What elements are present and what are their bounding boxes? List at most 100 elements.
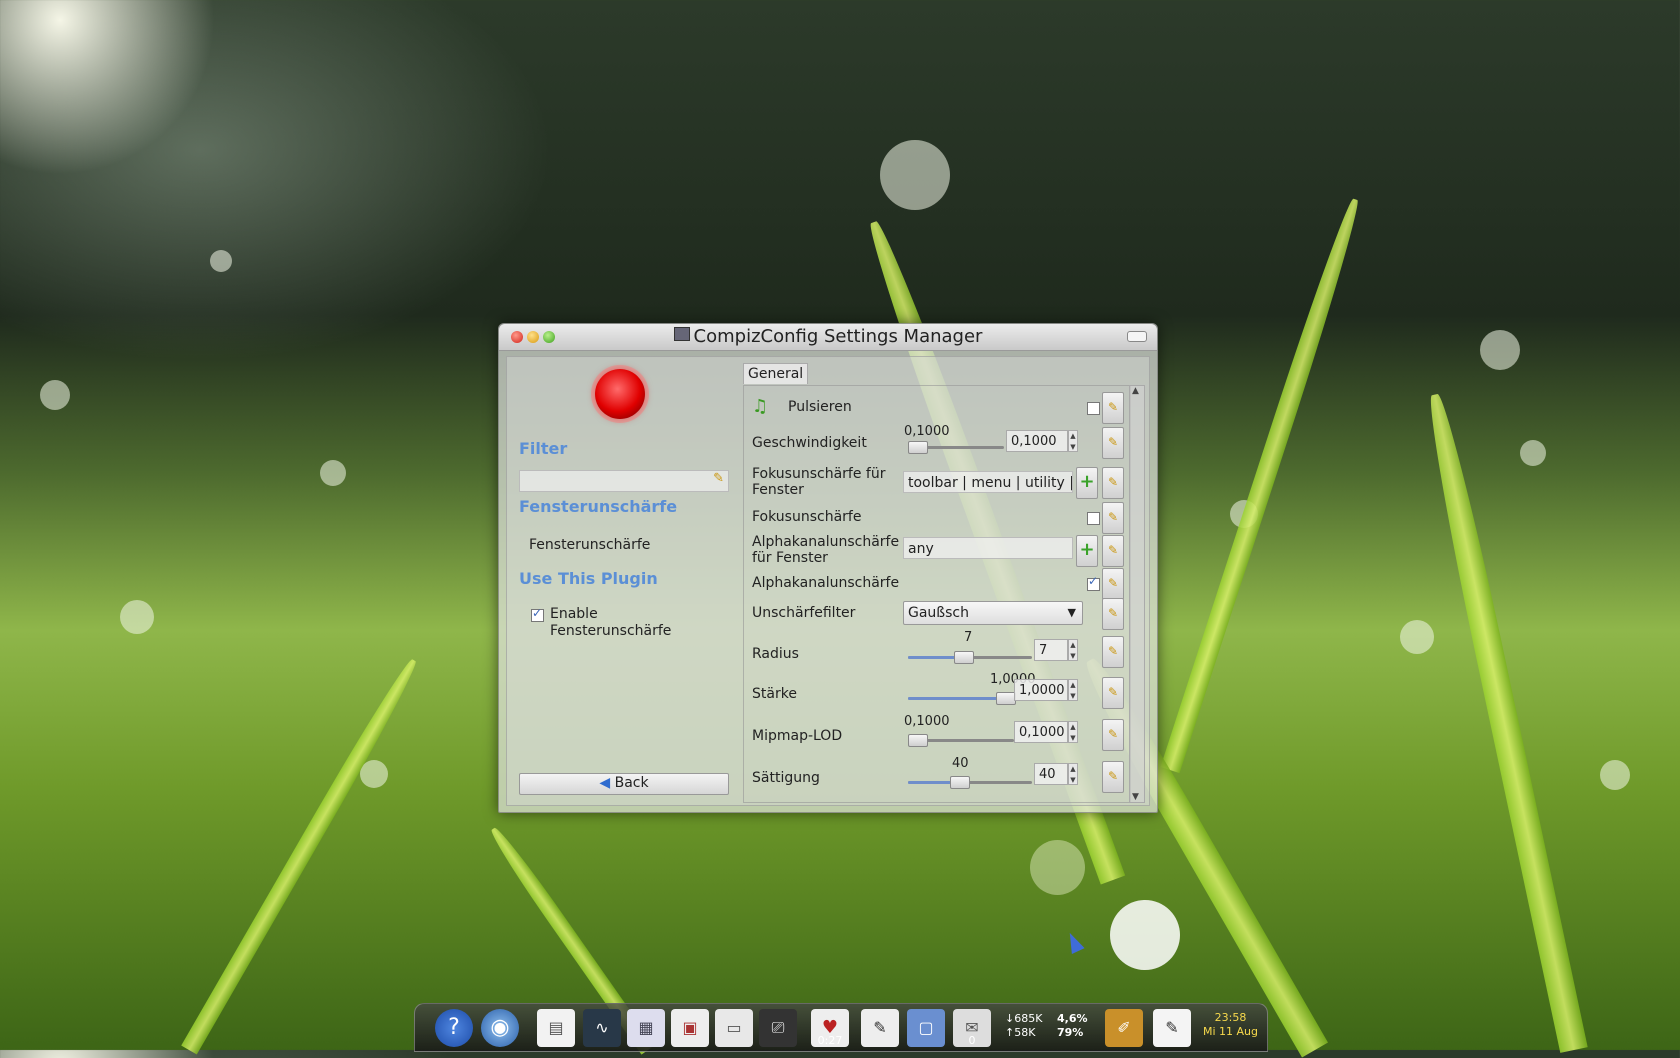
- back-arrow-icon: ◀: [599, 775, 611, 791]
- plugin-description: Fensterunschärfe: [529, 537, 651, 553]
- filter-heading: Filter: [519, 439, 568, 458]
- spin-input[interactable]: 7: [1034, 639, 1068, 661]
- spin-buttons[interactable]: ▲ ▼: [1068, 679, 1078, 701]
- reset-button[interactable]: ✎: [1102, 598, 1124, 630]
- reset-button[interactable]: ✎: [1102, 392, 1124, 424]
- clear-filter-icon[interactable]: ✎: [713, 471, 724, 486]
- reset-button[interactable]: ✎: [1102, 427, 1124, 459]
- setting-label: Radius: [752, 646, 799, 662]
- add-icon[interactable]: +: [1076, 535, 1098, 567]
- app-icon: [673, 327, 690, 341]
- setting-saettigung: Sättigung 40 40 ▲ ▼ ✎: [744, 756, 1130, 796]
- setting-fokusunschaerfe: Fokusunschärfe ✎: [744, 502, 1130, 534]
- window-icon[interactable]: ▭: [715, 1009, 753, 1047]
- reset-button[interactable]: ✎: [1102, 467, 1124, 499]
- cpu-monitor: 4,6% 79%: [1057, 1012, 1088, 1039]
- spin-input[interactable]: 0,1000: [1006, 430, 1068, 452]
- filter-input-box[interactable]: ✎: [519, 470, 729, 492]
- reset-button[interactable]: ✎: [1102, 502, 1124, 534]
- display-settings-icon[interactable]: ⎚: [759, 1009, 797, 1047]
- shade-button[interactable]: [1127, 331, 1147, 342]
- setting-label: Alphakanalunschärfe: [752, 575, 900, 591]
- setting-label: Fokusunschärfe: [752, 509, 862, 525]
- plugin-icon: [595, 369, 645, 419]
- reset-button[interactable]: ✎: [1102, 761, 1124, 793]
- enable-plugin-checkbox[interactable]: [531, 605, 544, 622]
- alphakanal-checkbox[interactable]: [1087, 574, 1100, 591]
- help-icon[interactable]: ?: [435, 1009, 473, 1047]
- setting-mipmap: Mipmap-LOD 0,1000 0,1000 ▲ ▼ ✎: [744, 714, 1130, 754]
- enable-plugin-row[interactable]: Enable Fensterunschärfe: [531, 605, 672, 640]
- notepad-icon[interactable]: ✎: [1153, 1009, 1191, 1047]
- scroll-down-icon[interactable]: ▼: [1132, 792, 1139, 802]
- setting-geschwindigkeit: Geschwindigkeit 0,1000 0,1000 ▲ ▼ ✎: [744, 424, 1130, 460]
- folder-icon[interactable]: ▢: [907, 1009, 945, 1047]
- filter-input[interactable]: [520, 471, 704, 491]
- match-input[interactable]: toolbar | menu | utility |: [903, 471, 1073, 493]
- ccsm-window: CompizConfig Settings Manager Filter ✎ F…: [498, 323, 1158, 813]
- setting-staerke: Stärke 1,0000 1,0000 ▲ ▼ ✎: [744, 672, 1130, 712]
- slider-thumb[interactable]: [954, 651, 974, 664]
- spreadsheet-icon[interactable]: ▦: [627, 1009, 665, 1047]
- browser-icon[interactable]: ◉: [481, 1009, 519, 1047]
- spin-buttons[interactable]: ▲ ▼: [1068, 639, 1078, 661]
- calendar-icon[interactable]: ▣: [671, 1009, 709, 1047]
- filter-select[interactable]: Gaußsch ▼: [903, 601, 1083, 625]
- tab-general[interactable]: General: [743, 363, 809, 384]
- notes-icon[interactable]: ✎: [861, 1009, 899, 1047]
- setting-label: Alphakanalunschärfe für Fenster: [752, 534, 900, 566]
- text-document-icon[interactable]: ▤: [537, 1009, 575, 1047]
- reset-button[interactable]: ✎: [1102, 568, 1124, 600]
- settings-scrollbar[interactable]: ▲ ▼: [1129, 385, 1145, 803]
- mail-count: 0: [968, 1034, 976, 1047]
- scroll-up-icon[interactable]: ▲: [1132, 386, 1139, 396]
- slider-value-label: 40: [952, 756, 969, 771]
- slider-value-label: 0,1000: [904, 424, 950, 439]
- setting-pulsieren: ♫ Pulsieren ✎: [744, 392, 1130, 424]
- slider-value-label: 0,1000: [904, 714, 950, 729]
- left-pane: Filter ✎ Fensterunschärfe Fensterunschär…: [507, 357, 737, 805]
- enable-plugin-label: Enable Fensterunschärfe: [550, 606, 672, 639]
- slider-thumb[interactable]: [950, 776, 970, 789]
- slider-thumb[interactable]: [908, 734, 928, 747]
- music-note-icon: ♫: [752, 396, 769, 417]
- setting-label: Geschwindigkeit: [752, 435, 867, 451]
- settings-list: ♫ Pulsieren ✎ Geschwindigkeit 0,1000 0,1…: [743, 385, 1131, 803]
- add-icon[interactable]: +: [1076, 467, 1098, 499]
- spin-input[interactable]: 0,1000: [1014, 721, 1068, 743]
- slider-thumb[interactable]: [996, 692, 1016, 705]
- reset-button[interactable]: ✎: [1102, 535, 1124, 567]
- reset-button[interactable]: ✎: [1102, 636, 1124, 668]
- spin-input[interactable]: 1,0000: [1014, 679, 1068, 701]
- setting-filter: Unschärfefilter Gaußsch ▼ ✎: [744, 598, 1130, 630]
- setting-label: Sättigung: [752, 770, 820, 786]
- setting-label: Pulsieren: [788, 399, 852, 415]
- slider-thumb[interactable]: [908, 441, 928, 454]
- system-monitor-icon[interactable]: ∿: [583, 1009, 621, 1047]
- spin-buttons[interactable]: ▲ ▼: [1068, 721, 1078, 743]
- editor-icon[interactable]: ✐: [1105, 1009, 1143, 1047]
- chevron-down-icon: ▼: [1067, 606, 1076, 619]
- match-input[interactable]: any: [903, 537, 1073, 559]
- reset-button[interactable]: ✎: [1102, 677, 1124, 709]
- setting-fokus-fenster: Fokusunschärfe für Fenster toolbar | menu…: [744, 464, 1130, 500]
- setting-alpha-fenster: Alphakanalunschärfe für Fenster any + ✎: [744, 532, 1130, 568]
- setting-label: Stärke: [752, 686, 797, 702]
- fokusunschaerfe-checkbox[interactable]: [1087, 512, 1100, 525]
- spin-buttons[interactable]: ▲ ▼: [1068, 763, 1078, 785]
- clock[interactable]: 23:58 Mi 11 Aug: [1203, 1011, 1258, 1039]
- spin-buttons[interactable]: ▲ ▼: [1068, 430, 1078, 452]
- reset-button[interactable]: ✎: [1102, 719, 1124, 751]
- plugin-heading: Fensterunschärfe: [519, 497, 678, 516]
- slider-value-label: 7: [964, 630, 973, 645]
- timer-label: 0:27: [817, 1034, 843, 1047]
- setting-label: Mipmap-LOD: [752, 728, 843, 744]
- setting-radius: Radius 7 7 ▲ ▼ ✎: [744, 630, 1130, 670]
- setting-alphakanal: Alphakanalunschärfe ✎: [744, 568, 1130, 600]
- network-monitor: ↓685K ↑58K: [1005, 1012, 1043, 1039]
- pulsieren-checkbox[interactable]: [1087, 402, 1100, 415]
- spin-input[interactable]: 40: [1034, 763, 1068, 785]
- title-bar[interactable]: CompizConfig Settings Manager: [499, 324, 1157, 351]
- taskbar-dock: ? ◉ ▤ ∿ ▦ ▣ ▭ ⎚ ♥ 0:27 ✎ ▢ ✉ 0 ↓685K ↑58K…: [414, 1003, 1268, 1052]
- back-button[interactable]: ◀ Back: [519, 773, 729, 795]
